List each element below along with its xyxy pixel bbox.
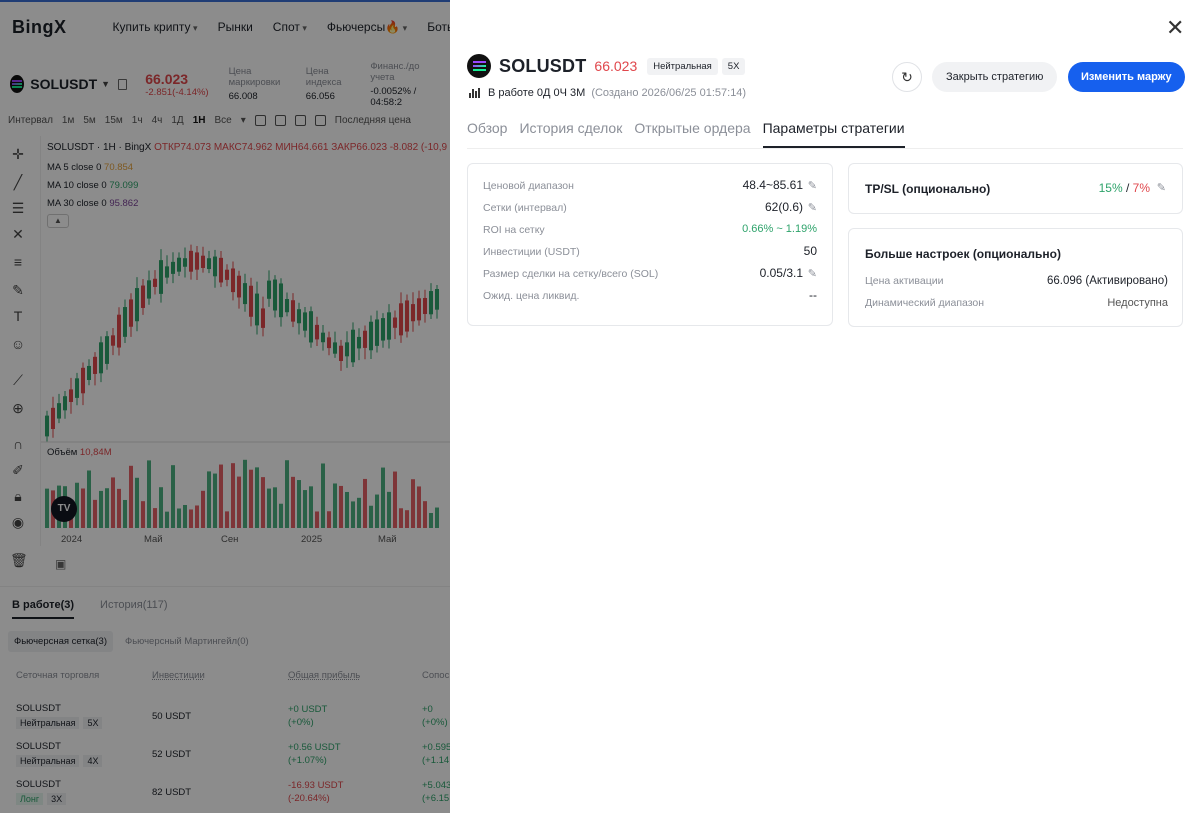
more-settings-card: Больше настроек (опционально) Цена актив… <box>848 228 1183 327</box>
param-label: Сетки (интервал) <box>483 202 567 214</box>
strategy-drawer: ✕ SOLUSDT 66.023 Нейтральная 5X В работе… <box>450 0 1200 813</box>
param-value: 0.66% ~ 1.19% <box>742 223 817 235</box>
param-label: ROI на сетку <box>483 224 545 236</box>
strategy-status: В работе 0Д 0Ч 3М (Создано 2026/06/25 01… <box>469 87 746 99</box>
param-value: 48.4~85.61 <box>742 178 803 192</box>
tab-trade-history[interactable]: История сделок <box>519 120 622 148</box>
param-price-range: Ценовой диапазон 48.4~85.61 ✎ <box>483 178 817 200</box>
param-label: Инвестиции (USDT) <box>483 246 580 258</box>
tab-open-orders[interactable]: Открытые ордера <box>634 120 750 148</box>
running-time: В работе 0Д 0Ч 3М <box>488 87 586 99</box>
param-roi: ROI на сетку 0.66% ~ 1.19% <box>483 222 817 244</box>
param-value: 0.05/3.1 <box>759 266 803 280</box>
param-order-size: Размер сделки на сетку/всего (SOL) 0.05/… <box>483 266 817 288</box>
close-icon[interactable]: ✕ <box>1166 17 1184 39</box>
activation-label: Цена активации <box>865 275 944 287</box>
param-grids: Сетки (интервал) 62(0.6) ✎ <box>483 200 817 222</box>
tpsl-title: TP/SL (опционально) <box>865 182 991 196</box>
edit-icon[interactable]: ✎ <box>1157 181 1166 194</box>
param-value: 50 <box>803 244 817 258</box>
dynamic-range-value: Недоступна <box>1107 297 1168 309</box>
strategy-price: 66.023 <box>594 58 638 74</box>
tab-overview[interactable]: Обзор <box>467 120 507 148</box>
param-label: Ценовой диапазон <box>483 180 574 192</box>
refresh-icon[interactable]: ↻ <box>892 62 922 92</box>
param-liquidation-price: Ожид. цена ликвид. -- <box>483 288 817 310</box>
stop-loss-value: 7% <box>1132 181 1150 195</box>
tpsl-card: TP/SL (опционально) 15% / 7% ✎ <box>848 163 1183 214</box>
close-strategy-button[interactable]: Закрыть стратегию <box>932 62 1058 92</box>
created-time: (Создано 2026/06/25 01:57:14) <box>591 87 747 99</box>
dynamic-range-label: Динамический диапазон <box>865 297 985 309</box>
tpsl-values: 15% / 7% <box>1099 181 1150 195</box>
drawer-header: SOLUSDT 66.023 Нейтральная 5X <box>467 54 749 78</box>
change-margin-button[interactable]: Изменить маржу <box>1068 62 1185 92</box>
modal-backdrop[interactable] <box>0 0 450 813</box>
param-value: -- <box>809 288 817 302</box>
param-investment: Инвестиции (USDT) 50 <box>483 244 817 266</box>
strategy-tabs: Обзор История сделок Открытые ордера Пар… <box>467 120 1183 149</box>
param-label: Размер сделки на сетку/всего (SOL) <box>483 268 659 280</box>
tpsl-separator: / <box>1122 181 1133 195</box>
take-profit-value: 15% <box>1098 181 1123 195</box>
solana-icon <box>467 54 491 78</box>
leverage-badge: 5X <box>721 57 746 75</box>
strategy-params-card: Ценовой диапазон 48.4~85.61 ✎ Сетки (инт… <box>467 163 833 326</box>
activation-value: 66.096 (Активировано) <box>1047 275 1168 287</box>
edit-icon[interactable]: ✎ <box>808 179 817 192</box>
strategy-symbol: SOLUSDT <box>499 55 587 76</box>
mode-badge: Нейтральная <box>647 57 718 75</box>
tab-strategy-params[interactable]: Параметры стратегии <box>762 120 905 148</box>
param-label: Ожид. цена ликвид. <box>483 290 580 302</box>
more-settings-title: Больше настроек (опционально) <box>865 247 1061 261</box>
edit-icon[interactable]: ✎ <box>808 201 817 214</box>
chart-bars-icon <box>469 88 480 98</box>
param-value: 62(0.6) <box>764 200 803 214</box>
edit-icon[interactable]: ✎ <box>808 267 817 280</box>
